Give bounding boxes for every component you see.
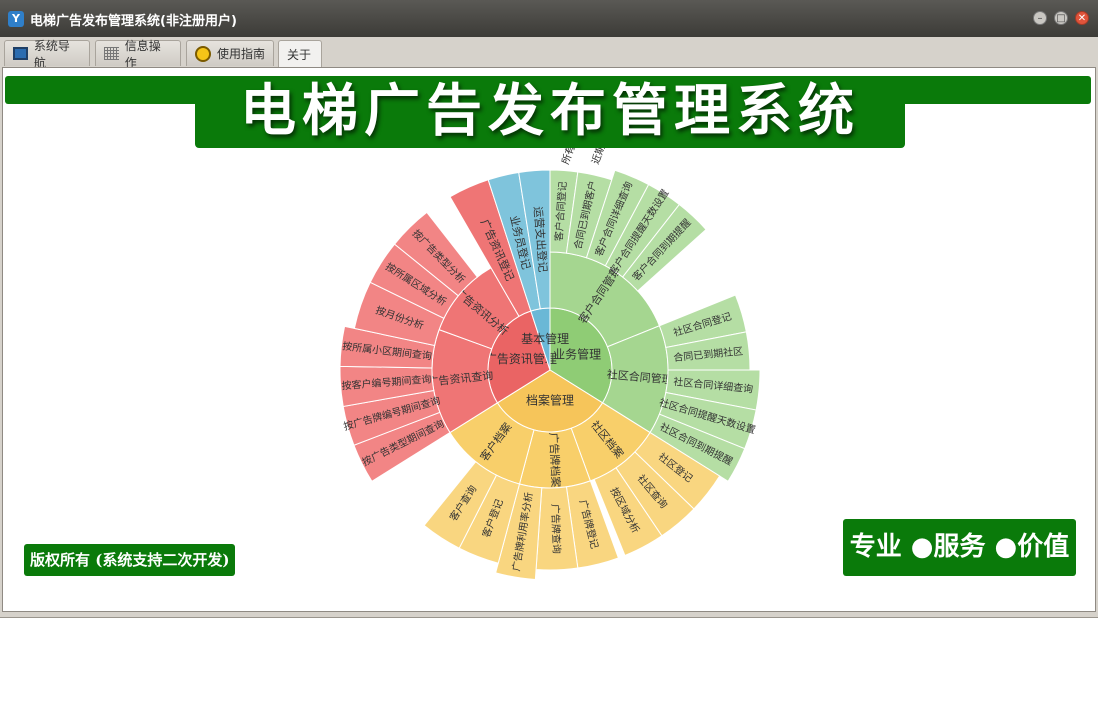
slogan-badge: 专业 ●服务 ●价值: [843, 519, 1076, 576]
segment-label: 基本管理: [521, 331, 569, 346]
copyright-badge: 版权所有 (系统支持二次开发): [24, 544, 236, 576]
segment-label: 广告牌档案: [547, 432, 563, 488]
banner-title: 电梯广告发布管理系统: [195, 76, 905, 148]
segment-label: 业务管理: [553, 346, 601, 361]
segment-label: 档案管理: [526, 393, 574, 408]
